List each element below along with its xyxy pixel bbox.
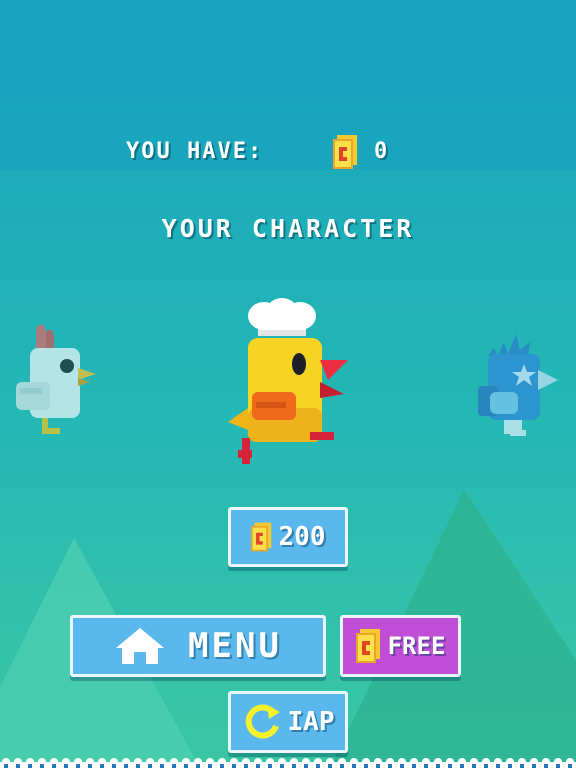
page-title: YOUR CHARACTER <box>161 214 415 243</box>
iap-label: IAP <box>287 707 335 737</box>
free-label: FREE <box>387 632 446 660</box>
coin-count: 0 <box>374 139 390 164</box>
free-coins-button[interactable]: FREE <box>340 615 461 677</box>
menu-label: MENU <box>188 626 282 666</box>
menu-button[interactable]: MENU <box>70 615 326 677</box>
bottom-wave-border <box>0 758 576 768</box>
refresh-icon <box>245 704 280 739</box>
iap-button[interactable]: IAP <box>228 691 348 753</box>
buy-price: 200 <box>278 522 326 552</box>
coin-icon <box>355 629 380 663</box>
character-yellow-chef-chick[interactable] <box>224 298 354 470</box>
character-blue-star-bird[interactable] <box>474 326 566 444</box>
buy-character-button[interactable]: 200 <box>228 507 348 567</box>
coin-icon <box>333 135 357 169</box>
coin-icon <box>250 522 271 552</box>
home-icon <box>116 628 165 664</box>
character-white-chicken[interactable] <box>12 322 104 444</box>
coins-label: YOU HAVE: <box>126 139 264 164</box>
